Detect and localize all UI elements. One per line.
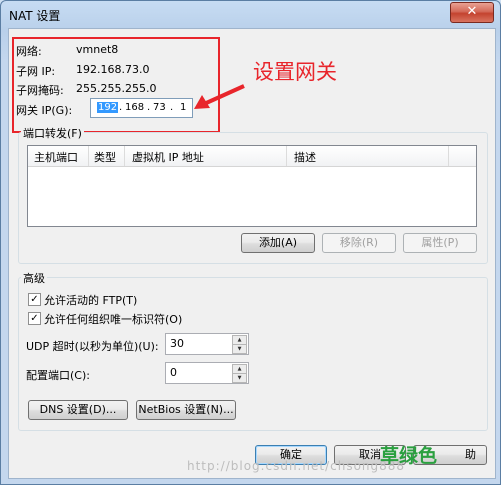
- config-port-label: 配置端口(C):: [26, 369, 90, 382]
- add-button[interactable]: 添加(A): [241, 233, 315, 253]
- column-divider: [448, 146, 449, 166]
- column-divider: [124, 146, 125, 166]
- watermark-logo: 草绿色: [380, 445, 438, 467]
- ip-dot: .: [119, 102, 123, 113]
- dialog-client-area: 网络: vmnet8 子网 IP: 192.168.73.0 子网掩码: 255…: [8, 28, 496, 479]
- background-window-strip: [91, 3, 411, 25]
- gateway-octet-1[interactable]: 192: [97, 102, 119, 113]
- spin-down-icon[interactable]: ▼: [232, 373, 247, 383]
- list-header: 主机端口 类型 虚拟机 IP 地址 描述: [28, 146, 476, 167]
- column-host-port[interactable]: 主机端口: [34, 149, 78, 165]
- annotation-arrow-icon: [194, 84, 245, 109]
- network-label: 网络:: [16, 45, 42, 58]
- watermark-url: http://blog.csdn.net/chsong888: [187, 459, 406, 473]
- gateway-octet-3[interactable]: 73: [153, 102, 166, 113]
- checkmark-icon: ✓: [30, 294, 39, 305]
- network-value: vmnet8: [76, 43, 119, 56]
- gateway-octet-2[interactable]: 168: [125, 102, 144, 113]
- column-divider: [286, 146, 287, 166]
- subnet-ip-label: 子网 IP:: [16, 65, 56, 78]
- column-description[interactable]: 描述: [294, 149, 316, 165]
- config-port-stepper[interactable]: 0 ▲ ▼: [165, 362, 249, 384]
- netbios-settings-button[interactable]: NetBios 设置(N)...: [136, 400, 236, 420]
- gateway-ip-label: 网关 IP(G):: [16, 104, 73, 117]
- column-type[interactable]: 类型: [94, 149, 116, 165]
- column-divider: [88, 146, 89, 166]
- window-title: NAT 设置: [9, 9, 61, 23]
- gateway-ip-field[interactable]: 192 . 168 . 73 . 1: [90, 98, 193, 118]
- subnet-ip-value: 192.168.73.0: [76, 63, 150, 76]
- port-forwarding-list[interactable]: 主机端口 类型 虚拟机 IP 地址 描述: [27, 145, 477, 227]
- config-port-value[interactable]: 0: [170, 366, 177, 379]
- nat-settings-window: NAT 设置 ✕ 网络: vmnet8 子网 IP: 192.168.73.0 …: [0, 0, 501, 485]
- allow-ftp-checkbox[interactable]: ✓: [28, 293, 41, 306]
- properties-button[interactable]: 属性(P): [403, 233, 477, 253]
- allow-ftp-label[interactable]: 允许活动的 FTP(T): [44, 292, 137, 308]
- allow-oui-label[interactable]: 允许任何组织唯一标识符(O): [44, 311, 182, 327]
- column-vm-ip[interactable]: 虚拟机 IP 地址: [132, 149, 204, 165]
- subnet-mask-label: 子网掩码:: [16, 84, 64, 97]
- spin-down-icon[interactable]: ▼: [232, 344, 247, 354]
- gateway-octet-4[interactable]: 1: [180, 102, 186, 113]
- annotation-text: 设置网关: [253, 60, 337, 84]
- udp-timeout-stepper[interactable]: 30 ▲ ▼: [165, 333, 249, 355]
- dns-settings-button[interactable]: DNS 设置(D)...: [28, 400, 128, 420]
- allow-oui-checkbox[interactable]: ✓: [28, 312, 41, 325]
- close-icon: ✕: [466, 4, 478, 19]
- subnet-mask-value: 255.255.255.0: [76, 82, 157, 95]
- ip-dot: .: [147, 102, 151, 113]
- udp-timeout-label: UDP 超时(以秒为单位)(U):: [26, 340, 159, 353]
- close-button[interactable]: ✕: [450, 2, 494, 23]
- port-forwarding-label: 端口转发(F): [21, 125, 84, 141]
- checkmark-icon: ✓: [30, 313, 39, 324]
- ip-dot: .: [170, 102, 174, 113]
- udp-timeout-value[interactable]: 30: [170, 337, 184, 350]
- help-label: 助: [465, 448, 476, 461]
- remove-button[interactable]: 移除(R): [322, 233, 396, 253]
- advanced-label: 高级: [21, 270, 47, 286]
